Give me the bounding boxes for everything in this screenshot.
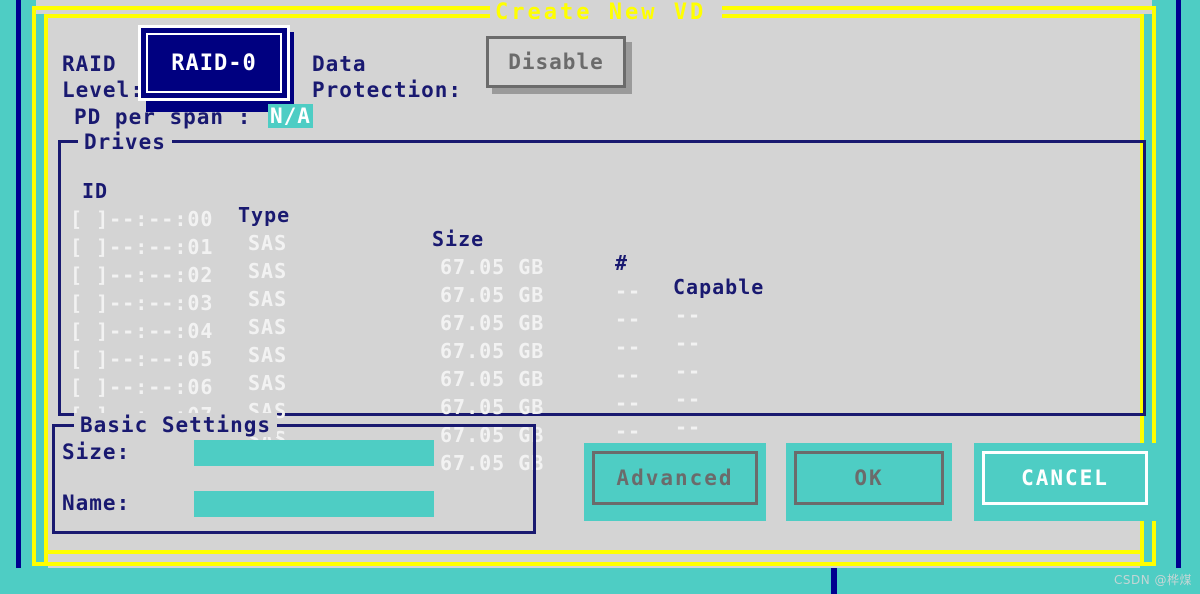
yellow-border-left-inner	[44, 14, 48, 566]
raid-level-select-value: RAID-0	[171, 50, 257, 76]
size-input[interactable]	[194, 440, 434, 466]
data-protection-label-line2: Protection:	[312, 78, 463, 102]
drive-capable: --	[675, 415, 702, 439]
pd-per-span-label: PD per span :	[74, 105, 252, 129]
table-row[interactable]: [ ]--:--:03 SAS 67.05 GB -- --	[70, 267, 870, 411]
data-protection-label-line1: Data	[312, 52, 367, 76]
drives-groupbox-legend: Drives	[78, 130, 172, 154]
cancel-button-label: CANCEL	[1021, 466, 1109, 490]
title-rule-right-outer	[722, 6, 1156, 10]
table-row[interactable]: [ ]--:--:06 SAS 67.05 GB -- --	[70, 351, 870, 495]
frame-left-border	[16, 0, 21, 594]
ok-button[interactable]: OK	[786, 443, 952, 521]
drive-number: --	[615, 419, 642, 443]
yellow-border-bottom-outer	[32, 562, 1156, 566]
title-rule-left-outer	[32, 6, 490, 10]
frame-right-border	[1176, 0, 1181, 594]
bios-raid-configuration-screen: Create New VD RAID Level: RAID-0 PD per …	[0, 0, 1200, 594]
ok-button-label: OK	[854, 466, 884, 490]
table-row[interactable]: [ ]--:--:05 SAS 67.05 GB -- --	[70, 323, 870, 467]
data-protection-select[interactable]: Disable	[486, 36, 626, 88]
drives-table: ID Type Size # Capable [ ]--:--:00 SAS 6…	[70, 155, 870, 523]
pd-per-span-value[interactable]: N/A	[268, 104, 313, 128]
raid-level-label-line1: RAID	[62, 52, 117, 76]
cancel-button[interactable]: CANCEL	[974, 443, 1156, 521]
watermark: CSDN @桦煤	[1113, 573, 1192, 587]
title-rule-right-inner	[722, 14, 1144, 18]
table-row[interactable]: [ ]--:--:04 SAS 67.05 GB -- --	[70, 295, 870, 439]
data-protection-select-value: Disable	[508, 50, 604, 74]
drives-table-header: ID Type Size # Capable	[70, 155, 870, 299]
advanced-button[interactable]: Advanced	[584, 443, 766, 521]
advanced-button-label: Advanced	[616, 466, 734, 490]
status-bar-divider	[831, 568, 837, 594]
basic-settings-groupbox-legend: Basic Settings	[74, 413, 278, 437]
size-label: Size:	[62, 440, 131, 464]
table-row[interactable]: [ ]--:--:00 SAS 67.05 GB -- --	[70, 183, 870, 327]
name-input[interactable]	[194, 491, 434, 517]
table-row[interactable]: [ ]--:--:01 SAS 67.05 GB -- --	[70, 211, 870, 355]
name-label: Name:	[62, 491, 131, 515]
status-bar	[0, 568, 1200, 594]
raid-level-select[interactable]: RAID-0	[138, 25, 290, 101]
window-title: Create New VD	[495, 0, 707, 25]
yellow-border-left-outer	[32, 6, 36, 566]
title-rule-left-inner	[44, 14, 490, 18]
table-row[interactable]: [ ]--:--:02 SAS 67.05 GB -- --	[70, 239, 870, 383]
table-row[interactable]: [ ]--:--:07 SAS 67.05 GB -- --	[70, 379, 870, 523]
raid-level-label-line2: Level:	[62, 78, 144, 102]
yellow-border-bottom-inner	[44, 550, 1144, 554]
